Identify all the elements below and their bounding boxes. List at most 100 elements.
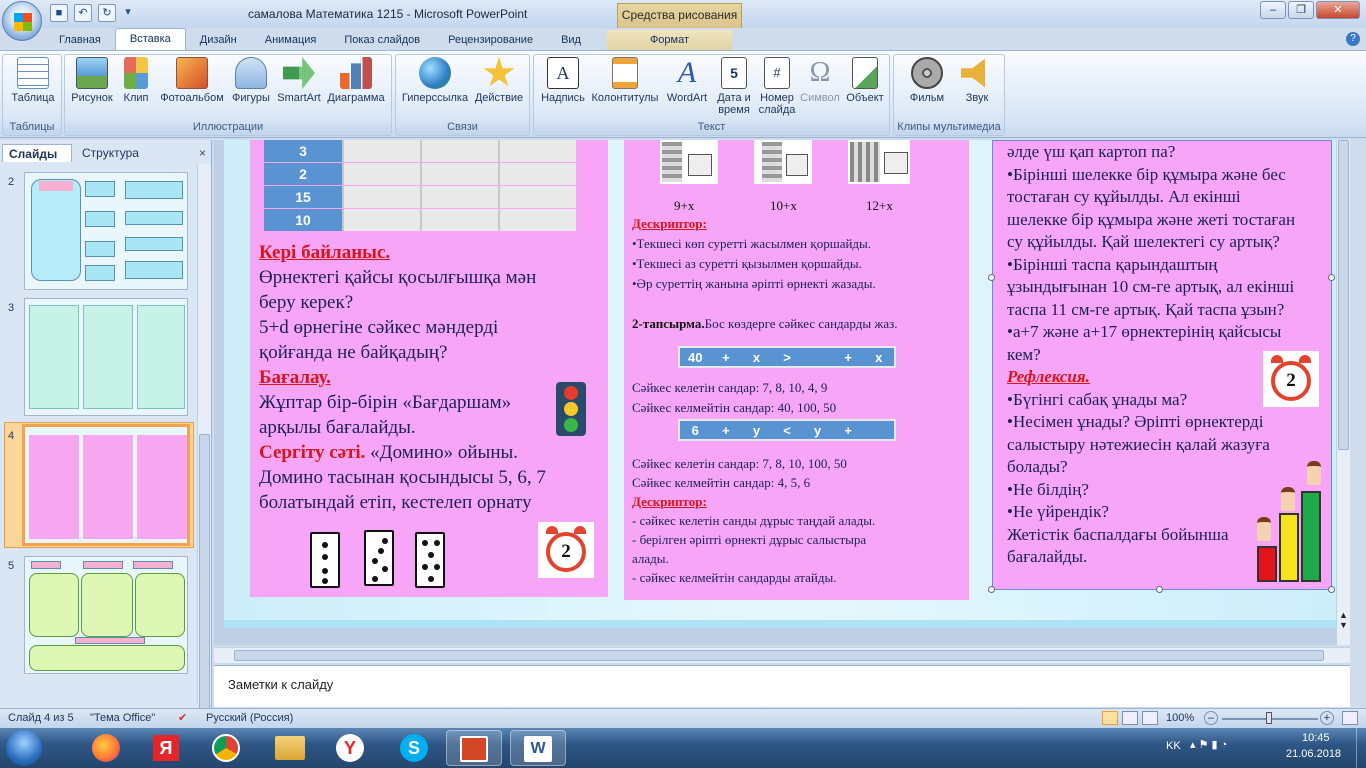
restore-button[interactable]: ❐ — [1288, 1, 1314, 19]
photo-album-icon — [176, 57, 208, 89]
tab-animation[interactable]: Анимация — [251, 30, 331, 50]
resize-handle[interactable] — [1328, 586, 1335, 593]
skype-icon[interactable]: S — [386, 730, 442, 766]
clip-button[interactable]: Клип — [117, 57, 155, 104]
panel-tabs: Слайды Структура × — [0, 142, 212, 162]
show-desktop-button[interactable] — [1356, 728, 1366, 768]
scroll-thumb[interactable] — [1338, 140, 1349, 450]
prev-next-slide-icons[interactable]: ▲ ▼ — [1338, 610, 1349, 630]
close-panel-icon[interactable]: × — [199, 146, 206, 160]
tab-outline[interactable]: Структура — [76, 144, 156, 162]
picture-button[interactable]: Рисунок — [68, 57, 116, 104]
omega-icon: Ω — [809, 57, 831, 88]
textbox-icon: A — [547, 57, 579, 89]
file-explorer-icon[interactable] — [262, 730, 318, 766]
slide-column-right-textbox[interactable]: әлде үш қап картоп па? •Бірінші шелекке … — [992, 140, 1332, 590]
customize-qat-icon[interactable]: ▾ — [122, 4, 134, 22]
object-button[interactable]: Объект — [842, 57, 888, 104]
table-button[interactable]: Таблица — [8, 57, 58, 104]
quick-access-toolbar: ■ ↶ ↻ ▾ — [50, 4, 134, 22]
panel-scrollbar[interactable] — [197, 164, 211, 714]
chart-icon — [340, 57, 372, 89]
resize-handle[interactable] — [1156, 586, 1163, 593]
slide-thumbnail-2[interactable] — [24, 172, 188, 290]
date-time-button[interactable]: 5 Дата и время — [712, 57, 756, 116]
scroll-thumb[interactable] — [234, 650, 1324, 661]
help-icon[interactable]: ? — [1346, 32, 1360, 46]
scroll-thumb[interactable] — [199, 434, 210, 714]
header-footer-button[interactable]: Колонтитулы — [589, 57, 661, 104]
office-button[interactable] — [2, 1, 42, 41]
tab-design[interactable]: Дизайн — [186, 30, 251, 50]
chart-button[interactable]: Диаграмма — [324, 57, 388, 104]
slide-number-button[interactable]: # Номер слайда — [756, 57, 798, 116]
smartart-button[interactable]: SmartArt — [274, 57, 324, 104]
answers-block-2: Сәйкес келетін сандар: 7, 8, 10, 100, 50… — [632, 456, 876, 585]
tab-slideshow[interactable]: Показ слайдов — [330, 30, 434, 50]
yandex-browser-icon[interactable]: Y — [322, 730, 378, 766]
normal-view-icon[interactable] — [1102, 711, 1118, 725]
film-reel-icon — [911, 57, 943, 89]
tab-view[interactable]: Вид — [547, 30, 595, 50]
tab-home[interactable]: Главная — [45, 30, 115, 50]
domino-tile — [364, 530, 394, 586]
textbox-button[interactable]: A Надпись — [537, 57, 589, 104]
sorter-view-icon[interactable] — [1122, 711, 1138, 725]
shapes-button[interactable]: Фигуры — [228, 57, 274, 104]
slide-thumbnail-5[interactable] — [24, 556, 188, 674]
zoom-in-icon[interactable]: + — [1320, 711, 1334, 725]
firefox-icon[interactable] — [78, 730, 134, 766]
tab-review[interactable]: Рецензирование — [434, 30, 547, 50]
redo-icon[interactable]: ↻ — [98, 4, 116, 22]
movie-button[interactable]: Фильм — [902, 57, 952, 104]
resize-handle[interactable] — [988, 586, 995, 593]
zoom-slider-thumb[interactable] — [1266, 712, 1272, 724]
slideshow-view-icon[interactable] — [1142, 711, 1158, 725]
hyperlink-button[interactable]: Гиперссылка — [399, 57, 471, 104]
keyboard-language[interactable]: KK — [1166, 740, 1181, 752]
powerpoint-taskbar-icon[interactable] — [446, 730, 502, 766]
symbol-button[interactable]: Ω Символ — [798, 57, 842, 104]
photo-album-button[interactable]: Фотоальбом — [156, 57, 228, 104]
spellcheck-icon[interactable]: ✔ — [178, 711, 187, 724]
undo-icon[interactable]: ↶ — [74, 4, 92, 22]
resize-handle[interactable] — [1328, 274, 1335, 281]
tab-insert[interactable]: Вставка — [114, 28, 186, 50]
table-row: 2 — [264, 163, 582, 185]
descriptor-block: Дескриптор: •Текшесі көп суретті жасылме… — [632, 216, 898, 331]
close-button[interactable]: ✕ — [1316, 1, 1360, 19]
word-taskbar-icon[interactable]: W — [510, 730, 566, 766]
start-button[interactable] — [6, 730, 42, 766]
clock-time[interactable]: 10:45 — [1302, 732, 1330, 744]
zoom-out-icon[interactable]: – — [1204, 711, 1218, 725]
language[interactable]: Русский (Россия) — [206, 712, 293, 724]
resize-handle[interactable] — [988, 274, 995, 281]
slide-number-icon: # — [764, 57, 790, 89]
slide-column-middle: 9+x 10+x 12+x Дескриптор: •Текшесі көп с… — [624, 140, 969, 600]
equation-strip: 6 + y < y + — [678, 419, 896, 441]
cubes-picture — [754, 140, 812, 184]
speaker-icon — [961, 58, 985, 88]
fit-to-window-icon[interactable] — [1342, 711, 1358, 725]
tray-icons[interactable]: ▴ ⚑ ▮ ◔ — [1190, 738, 1227, 751]
slide-vertical-scrollbar[interactable]: ▲ ▼ — [1336, 140, 1350, 645]
tab-slides[interactable]: Слайды — [2, 144, 72, 162]
slide-column-left: 3 2 15 10 Кері байланыс. Өрнектегі қайсы… — [250, 140, 608, 597]
cubes-picture — [848, 140, 910, 184]
zoom-level[interactable]: 100% — [1166, 712, 1194, 724]
slide-horizontal-scrollbar[interactable] — [214, 647, 1350, 663]
equation-strip: 40 + x > + x — [678, 346, 896, 368]
notes-pane[interactable]: Заметки к слайду — [214, 665, 1350, 707]
tab-format[interactable]: Формат — [606, 30, 732, 50]
minimize-button[interactable]: – — [1260, 1, 1286, 19]
clock-date[interactable]: 21.06.2018 — [1286, 748, 1341, 760]
yandex-icon[interactable]: Я — [138, 730, 194, 766]
wordart-button[interactable]: A WordArt — [662, 57, 712, 105]
chrome-icon[interactable] — [198, 730, 254, 766]
slide-thumbnail-3[interactable] — [24, 298, 188, 416]
action-button[interactable]: Действие — [473, 57, 525, 104]
sound-button[interactable]: Звук — [952, 57, 1002, 104]
save-icon[interactable]: ■ — [50, 4, 68, 22]
slide-number: 5 — [8, 560, 15, 572]
slide-thumbnail-4[interactable] — [22, 424, 190, 546]
